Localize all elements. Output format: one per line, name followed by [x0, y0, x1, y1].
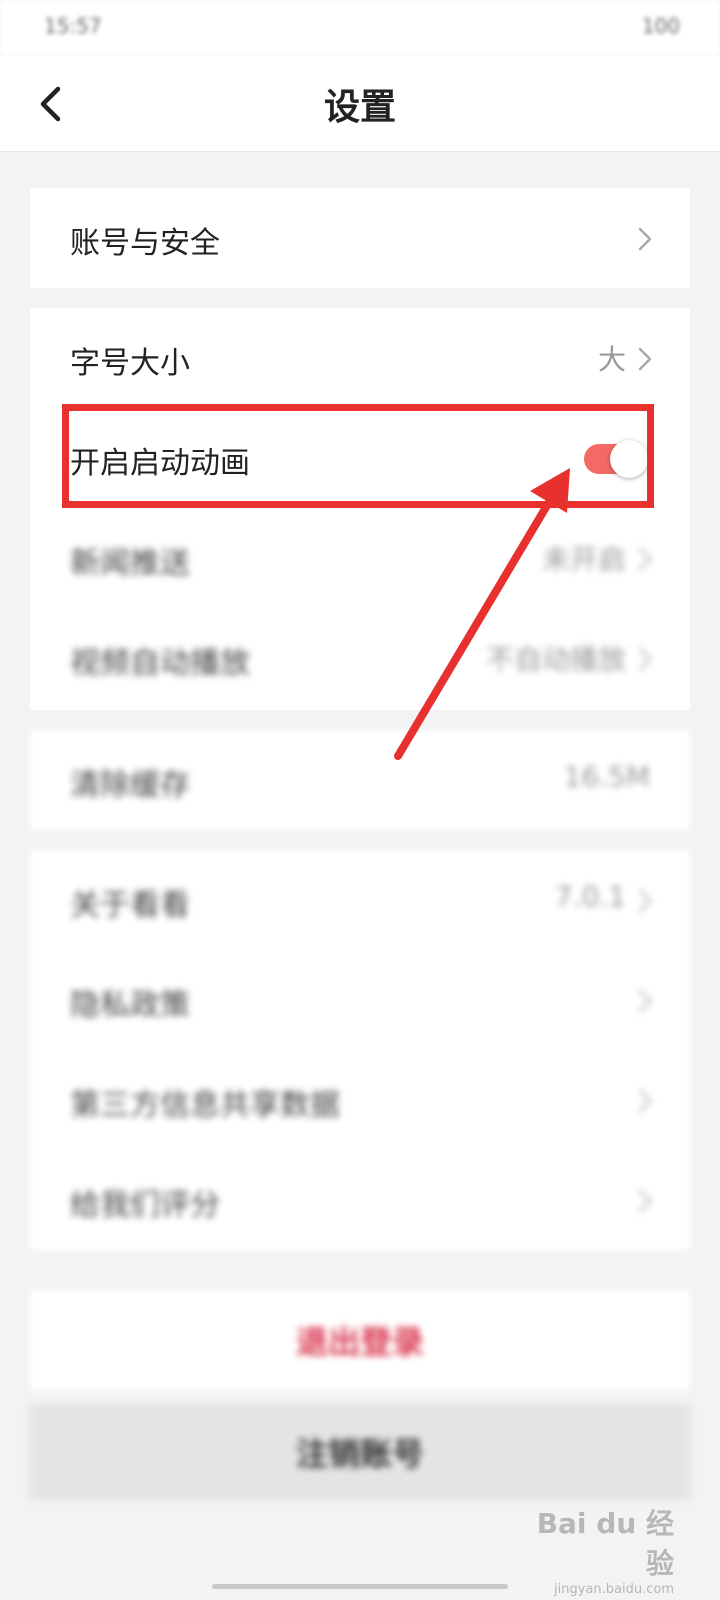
chevron-right-icon	[638, 547, 652, 571]
watermark-url: jingyan.baidu.com	[554, 1582, 674, 1597]
font-size-value: 大	[597, 343, 626, 376]
news-push-row[interactable]: 新闻推送 未开启	[30, 508, 690, 608]
rate-us-label: 给我们评分	[70, 1188, 220, 1223]
logout-button[interactable]: 退出登录	[30, 1290, 690, 1390]
page-title: 设置	[323, 87, 396, 128]
rate-us-row[interactable]: 给我们评分	[30, 1150, 690, 1250]
cache-size-value: 16.5M	[563, 760, 650, 793]
status-time: 15:57	[44, 14, 102, 38]
chevron-right-icon	[638, 1189, 652, 1213]
watermark: Bai du 经验 jingyan.baidu.com	[514, 1502, 674, 1597]
news-push-label: 新闻推送	[70, 546, 190, 581]
font-size-row[interactable]: 字号大小 大	[30, 308, 690, 408]
video-autoplay-value: 不自动播放	[485, 643, 626, 676]
video-autoplay-row[interactable]: 视频自动播放 不自动播放	[30, 608, 690, 708]
battery-level: 100	[641, 14, 680, 38]
news-push-value: 未开启	[541, 543, 626, 576]
third-party-data-row[interactable]: 第三方信息共享数据	[30, 1050, 690, 1150]
chevron-right-icon	[638, 1089, 652, 1113]
about-label: 关于看看	[70, 888, 190, 923]
toggle-knob	[610, 440, 648, 478]
about-row[interactable]: 关于看看 7.0.1	[30, 850, 690, 950]
font-size-label: 字号大小	[70, 346, 190, 381]
about-section: 关于看看 7.0.1 隐私政策 第三方信息共享数据 给我们评分	[30, 850, 690, 1250]
privacy-policy-label: 隐私政策	[70, 988, 190, 1023]
third-party-data-label: 第三方信息共享数据	[70, 1088, 340, 1123]
chevron-right-icon	[638, 347, 652, 371]
home-indicator[interactable]	[212, 1584, 508, 1589]
status-bar: 15:57 100	[0, 0, 720, 56]
display-section: 字号大小 大 开启启动动画 新闻推送 未开启 视频自动播放 不自动播放	[30, 308, 690, 710]
account-security-label: 账号与安全	[70, 226, 220, 261]
chevron-right-icon	[638, 889, 652, 913]
clear-cache-row[interactable]: 清除缓存 16.5M	[30, 730, 690, 830]
cancel-account-button[interactable]: 注销账号	[30, 1404, 690, 1500]
cache-section: 清除缓存 16.5M	[30, 730, 690, 830]
account-security-row[interactable]: 账号与安全	[30, 188, 690, 288]
privacy-policy-row[interactable]: 隐私政策	[30, 950, 690, 1050]
startup-animation-row: 开启启动动画	[30, 408, 690, 508]
nav-bar: 设置	[0, 56, 720, 152]
video-autoplay-label: 视频自动播放	[70, 646, 250, 681]
account-section: 账号与安全	[30, 188, 690, 288]
startup-animation-toggle[interactable]	[584, 440, 648, 478]
version-value: 7.0.1	[554, 880, 626, 913]
chevron-right-icon	[638, 227, 652, 251]
chevron-right-icon	[638, 647, 652, 671]
startup-animation-label: 开启启动动画	[70, 446, 250, 481]
clear-cache-label: 清除缓存	[70, 768, 190, 803]
watermark-brand: Bai du 经验	[536, 1507, 674, 1580]
chevron-right-icon	[638, 989, 652, 1013]
